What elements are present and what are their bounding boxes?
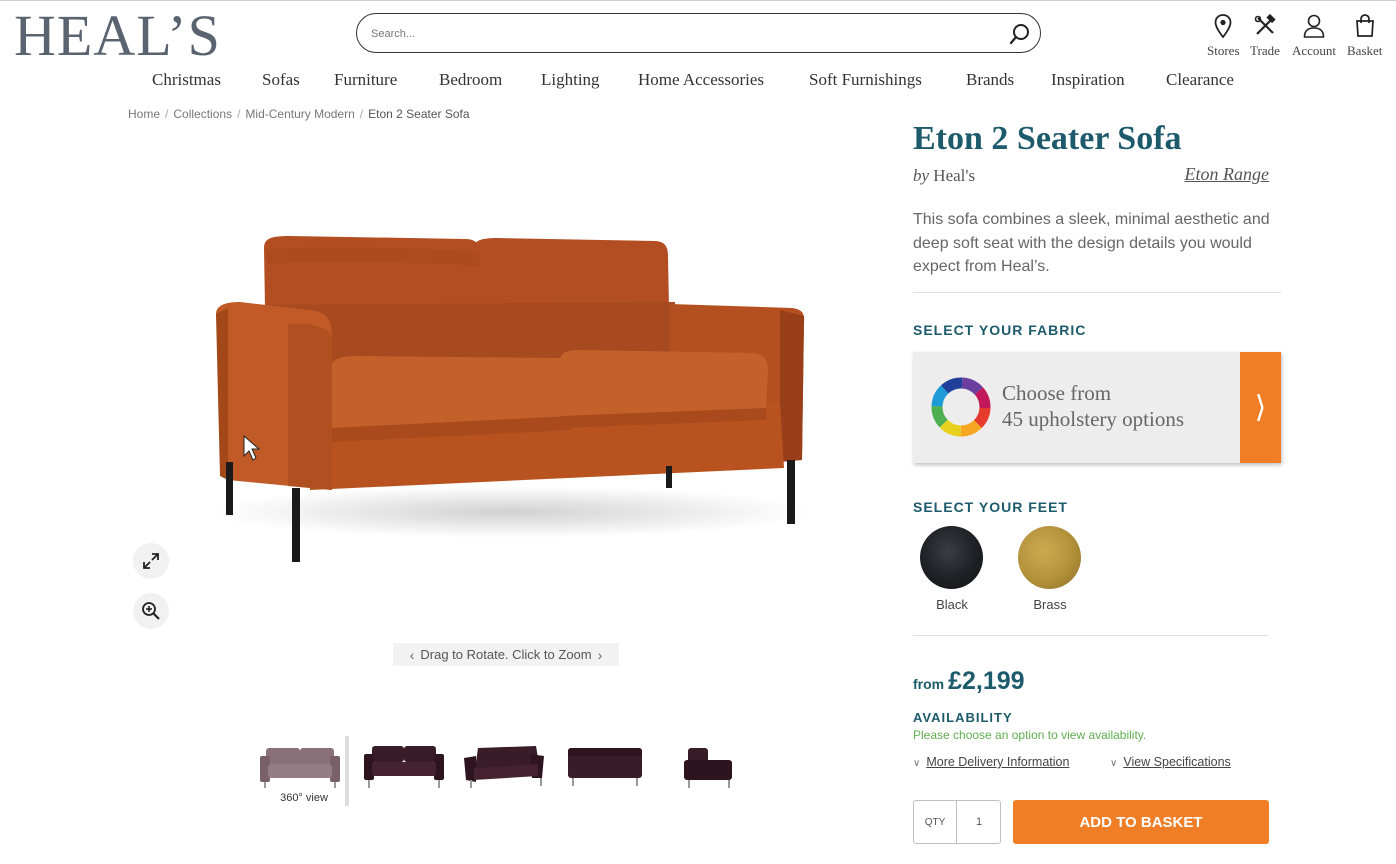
stores-label: Stores [1207,43,1240,58]
chevron-left-icon: ‹ [409,646,415,663]
sofa-image [210,236,810,562]
thumbnail-sofa-image [464,746,544,788]
breadcrumb-home[interactable]: Home [128,107,160,121]
thumbnail-sofa-image [260,748,340,788]
product-360-viewer[interactable] [180,190,840,590]
fabric-cta-line1: Choose from [1002,381,1112,405]
thumbnail-360-view[interactable]: 360° view [256,738,346,806]
tools-icon [1254,14,1276,35]
price-amount: £2,199 [948,667,1025,695]
chevron-right-icon: › [597,646,603,663]
breadcrumb-separator: / [165,107,169,121]
user-icon [1303,14,1325,38]
nav-inspiration[interactable]: Inspiration [1051,70,1125,90]
thumbnail-sofa-image [364,746,444,788]
feet-label: Brass [1033,597,1067,612]
thumbnail-side[interactable] [660,738,750,806]
breadcrumb: Home / Collections / Mid-Century Modern / Eton… [128,107,470,121]
nav-furniture[interactable]: Furniture [334,70,397,90]
trade-link[interactable]: Trade [1250,12,1280,59]
range-link[interactable]: Eton Range [1185,164,1269,185]
nav-brands[interactable]: Brands [966,70,1014,90]
basket-link[interactable]: Basket [1347,12,1382,59]
trade-label: Trade [1250,43,1280,58]
feet-swatch-brass [1018,526,1081,589]
delivery-info-link[interactable]: ∨ More Delivery Information [913,755,1069,769]
top-border [0,0,1396,1]
basket-label: Basket [1347,43,1383,58]
product-brand: by Heal's [913,166,975,186]
account-label: Account [1292,43,1337,58]
search-icon [1009,24,1029,45]
rotate-hint-text: Drag to Rotate. Click to Zoom [420,647,592,662]
zoom-in-icon [142,602,160,620]
thumbnail-divider [345,736,349,806]
feet-option-black[interactable]: Black [920,526,984,612]
thumbnail-sofa-image [568,748,642,786]
specifications-label: View Specifications [1123,755,1231,769]
color-wheel-icon [931,377,991,437]
divider [913,635,1269,636]
breadcrumb-separator: / [237,107,241,121]
main-nav: Christmas Sofas Furniture Bedroom Lighti… [0,70,1396,94]
divider [913,292,1281,293]
thumbnail-sofa-image [684,748,732,788]
fabric-selector[interactable]: Choose from 45 upholstery options ⟩ [913,352,1281,463]
chevron-down-icon: ∨ [913,758,921,769]
stores-link[interactable]: Stores [1207,12,1240,59]
fabric-cta-line2: 45 upholstery options [1002,407,1184,431]
nav-christmas[interactable]: Christmas [152,70,221,90]
breadcrumb-current: Eton 2 Seater Sofa [368,107,470,121]
delivery-info-label: More Delivery Information [926,755,1070,769]
chevron-right-icon[interactable]: ⟩ [1240,352,1281,463]
feet-option-brass[interactable]: Brass [1018,526,1082,612]
expand-icon [143,553,159,569]
nav-bedroom[interactable]: Bedroom [439,70,502,90]
nav-lighting[interactable]: Lighting [541,70,600,90]
breadcrumb-collections[interactable]: Collections [173,107,232,121]
product-price: from £2,199 [913,667,1025,696]
quantity-field: QTY [913,800,1001,844]
availability-message: Please choose an option to view availabi… [913,728,1147,742]
bag-icon [1355,14,1374,37]
thumbnail-back[interactable] [560,738,650,806]
product-description: This sofa combines a sleek, minimal aest… [913,211,1270,275]
quantity-label: QTY [914,801,957,843]
nav-clearance[interactable]: Clearance [1166,70,1234,90]
feet-heading: SELECT YOUR FEET [913,499,1068,515]
nav-soft-furnishings[interactable]: Soft Furnishings [809,70,922,90]
search-bar[interactable] [356,13,1041,53]
pin-icon [1214,14,1232,38]
fabric-cta-text: Choose from 45 upholstery options [1002,380,1184,432]
fabric-heading: SELECT YOUR FABRIC [913,322,1087,338]
availability-heading: AVAILABILITY [913,710,1013,725]
search-button[interactable] [1006,20,1034,48]
brand-logo[interactable]: HEAL’S [14,6,221,66]
breadcrumb-mid-century-modern[interactable]: Mid-Century Modern [245,107,354,121]
specifications-link[interactable]: ∨ View Specifications [1110,755,1231,769]
nav-home-accessories[interactable]: Home Accessories [638,70,764,90]
feet-swatch-black [920,526,983,589]
rotate-hint: ‹ Drag to Rotate. Click to Zoom › [393,643,619,666]
fullscreen-button[interactable] [133,543,169,579]
price-from-label: from [913,676,945,692]
search-input[interactable] [371,23,991,45]
brand-name: Heal's [933,166,976,185]
nav-sofas[interactable]: Sofas [262,70,300,90]
account-link[interactable]: Account [1292,12,1336,59]
thumbnail-caption: 360° view [280,792,328,804]
add-to-basket-button[interactable]: ADD TO BASKET [1013,800,1269,844]
product-title: Eton 2 Seater Sofa [913,120,1182,157]
thumbnail-front[interactable] [360,738,450,806]
quantity-input[interactable] [958,801,1000,843]
chevron-down-icon: ∨ [1110,758,1118,769]
thumbnail-angle[interactable] [460,738,550,806]
feet-label: Black [936,597,968,612]
by-prefix: by [913,166,930,185]
breadcrumb-separator: / [359,107,364,121]
zoom-button[interactable] [133,593,169,629]
